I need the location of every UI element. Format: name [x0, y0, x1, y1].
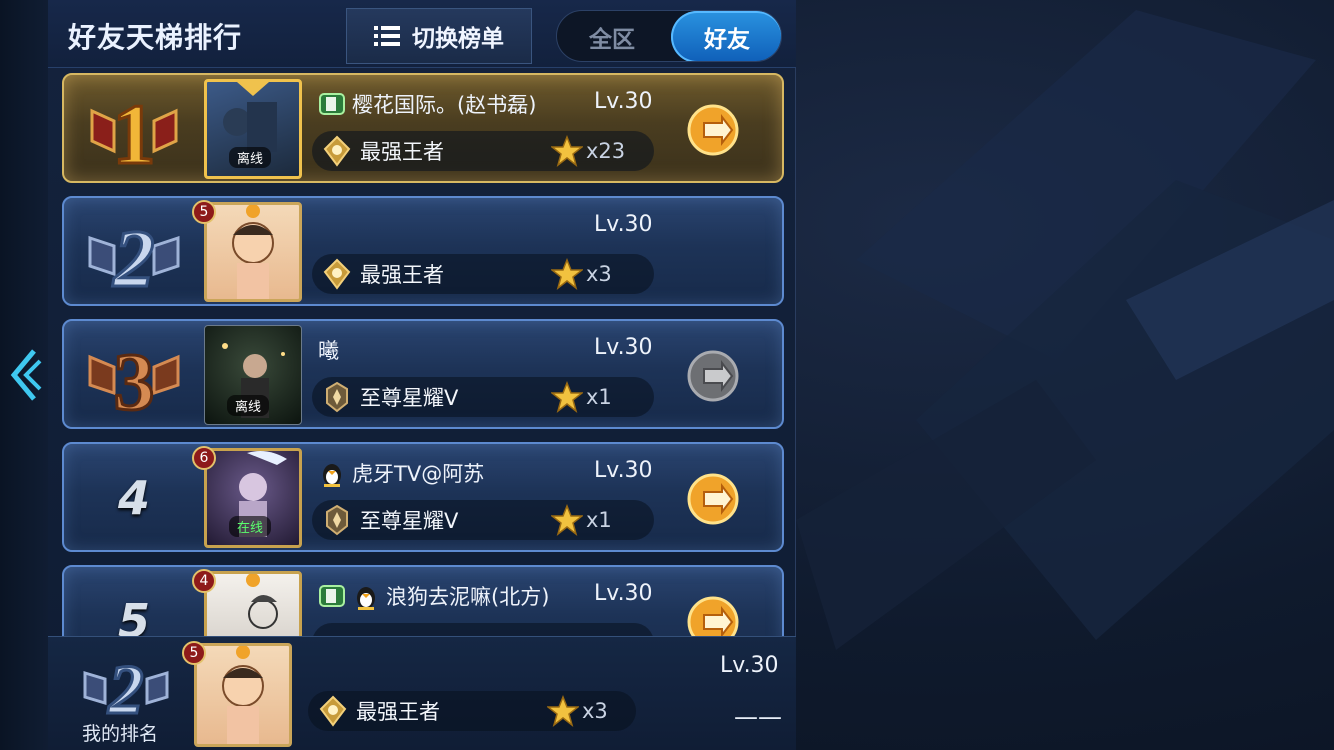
my-avatar[interactable]: [194, 643, 292, 747]
star-count: x23: [586, 139, 626, 163]
tier-pill: 至尊星耀V x1: [312, 500, 654, 540]
tier-name: 至尊星耀V: [360, 386, 459, 410]
svg-text:2: 2: [108, 652, 144, 721]
star-count: x3: [586, 262, 612, 286]
avatar[interactable]: 在线: [204, 448, 302, 548]
ranking-list: 1 离线 樱花国际。(赵书磊) Lv.30 最强王者 x23 2 5 Lv.30…: [48, 68, 796, 636]
back-button[interactable]: [6, 340, 44, 410]
my-rank-label: 我的排名: [82, 723, 159, 745]
player-level: Lv.30: [594, 335, 653, 360]
rank-number: 2: [113, 213, 155, 300]
send-coin-icon: [687, 596, 739, 636]
rank-number: 5: [117, 594, 150, 636]
tier-pill: 最强王者 x3: [308, 691, 636, 731]
player-name: 曦: [318, 339, 339, 363]
rank-number: 3: [114, 336, 155, 423]
player-level: Lv.30: [594, 581, 653, 606]
tab-all-region[interactable]: 全区: [557, 11, 667, 61]
my-rank-medal: 2: [74, 647, 178, 723]
background-art: [796, 0, 1334, 750]
rank-number: 1: [113, 86, 156, 177]
send-coin-icon: [687, 473, 739, 525]
star-count: x3: [582, 699, 608, 723]
double-chevron-left-icon: [10, 349, 42, 401]
tier-pill: 最强王者 x3: [312, 254, 654, 294]
ranking-row[interactable]: 4 6 在线 虎牙TV@阿苏 Lv.30 至尊星耀V x1: [62, 442, 784, 552]
gold-star-icon: [550, 380, 584, 414]
tier-name: 最强王者: [360, 140, 444, 164]
player-name: 樱花国际。(赵书磊): [352, 93, 537, 117]
gold-star-icon: [550, 134, 584, 168]
my-ranking-bar: 2 我的排名 5 Lv.30 最强王者 x3 ——: [48, 636, 796, 750]
tab-friends[interactable]: 好友: [671, 11, 781, 61]
tier-name: 至尊星耀V: [360, 509, 459, 533]
panel-header: 好友天梯排行 切换榜单 全区 好友: [48, 0, 796, 68]
star-glory-tier-emblem-icon: [320, 380, 354, 414]
king-tier-emblem-icon: [320, 134, 354, 168]
my-extra-placeholder: ——: [734, 703, 782, 731]
rank-3-medal: 3: [74, 325, 194, 425]
tier-pill: 最强王者 x23: [312, 131, 654, 171]
king-tier-emblem-icon: [316, 694, 350, 728]
rank-1-medal: 1: [74, 79, 194, 179]
ranking-row[interactable]: 5 4 浪狗去泥嘛(北方) Lv.30: [62, 565, 784, 636]
my-level: Lv.30: [720, 653, 779, 678]
send-coin-button[interactable]: [686, 595, 740, 636]
send-coin-icon: [687, 104, 739, 156]
page-title: 好友天梯排行: [68, 21, 243, 54]
star-count: x1: [586, 385, 612, 409]
tier-name: 最强王者: [360, 263, 444, 287]
player-level: Lv.30: [594, 458, 653, 483]
left-rail: [0, 0, 48, 750]
list-icon: [374, 26, 400, 46]
player-level: Lv.30: [594, 212, 653, 237]
rank-4: 4: [74, 448, 194, 548]
gold-star-icon: [546, 694, 580, 728]
avatar[interactable]: [204, 202, 302, 302]
tier-pill: 至尊星耀V x1: [312, 377, 654, 417]
rank-2-medal: 2: [74, 202, 194, 302]
send-coin-button[interactable]: [686, 103, 740, 157]
tier-name: 最强王者: [356, 700, 440, 724]
mobile-platform-icon: [319, 585, 345, 607]
level-badge: 4: [192, 569, 216, 593]
rank-number: 4: [117, 471, 150, 525]
status-label: 在线: [229, 516, 272, 537]
rank-5: 5: [74, 571, 194, 636]
player-name: 虎牙TV@阿苏: [352, 462, 485, 486]
status-label: 离线: [227, 395, 270, 416]
huya-penguin-icon: [323, 464, 341, 487]
huya-penguin-icon: [357, 587, 375, 610]
switch-board-button[interactable]: 切换榜单: [346, 8, 532, 64]
ranking-row[interactable]: 3 离线 曦 Lv.30 至尊星耀V x1: [62, 319, 784, 429]
tier-pill: [312, 623, 654, 636]
send-coin-button[interactable]: [686, 472, 740, 526]
level-badge: 6: [192, 446, 216, 470]
send-coin-button-disabled[interactable]: [686, 349, 740, 403]
king-tier-emblem-icon: [320, 257, 354, 291]
player-name: 浪狗去泥嘛(北方): [386, 585, 550, 609]
gold-star-icon: [550, 257, 584, 291]
player-level: Lv.30: [594, 89, 653, 114]
star-count: x1: [586, 508, 612, 532]
send-coin-icon: [687, 350, 739, 402]
avatar[interactable]: [204, 571, 302, 636]
ranking-row[interactable]: 1 离线 樱花国际。(赵书磊) Lv.30 最强王者 x23: [62, 73, 784, 183]
mobile-platform-icon: [319, 93, 345, 115]
switch-board-label: 切换榜单: [412, 26, 504, 52]
avatar[interactable]: 离线: [204, 325, 302, 425]
leaderboard-panel: 好友天梯排行 切换榜单 全区 好友 1 离线 樱花国际。(赵书磊) Lv.30 …: [48, 0, 796, 750]
status-label: 离线: [229, 147, 272, 168]
scope-toggle: 全区 好友: [556, 10, 782, 62]
ranking-row[interactable]: 2 5 Lv.30 最强王者 x3: [62, 196, 784, 306]
gold-star-icon: [550, 503, 584, 537]
level-badge: 5: [182, 641, 206, 665]
star-glory-tier-emblem-icon: [320, 503, 354, 537]
avatar[interactable]: 离线: [204, 79, 302, 179]
level-badge: 5: [192, 200, 216, 224]
